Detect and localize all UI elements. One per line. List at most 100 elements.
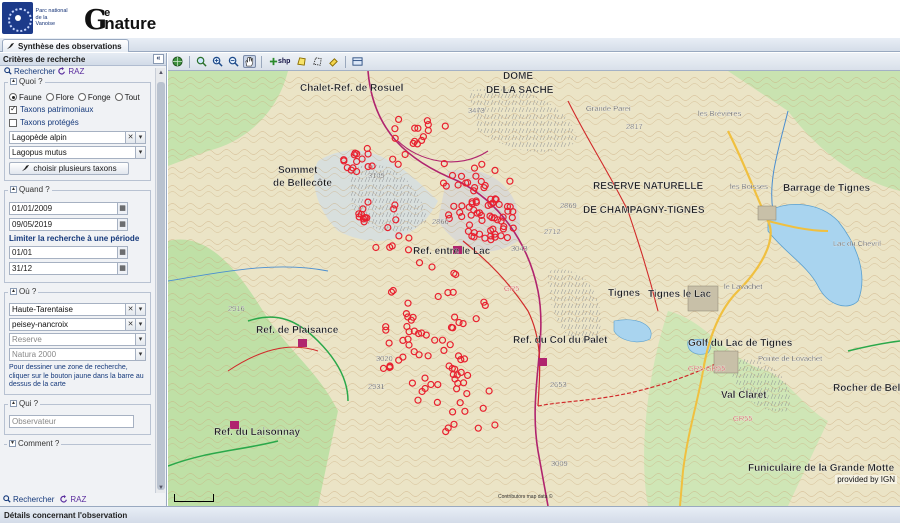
map-label: GR55 [733, 414, 753, 423]
globe-icon[interactable] [171, 55, 184, 68]
legend-quand[interactable]: ▲ Quand ? [8, 185, 52, 194]
eraser-icon[interactable] [327, 55, 340, 68]
map-label: Tignes [608, 288, 640, 299]
park-emblem-icon [2, 2, 33, 34]
collapse-toggle-icon[interactable]: ▲ [10, 399, 17, 407]
choose-taxa-button[interactable]: choisir plusieurs taxons [9, 162, 129, 175]
collapse-toggle-icon[interactable]: ▲ [10, 288, 17, 295]
map-area: shp Chalet-Ref. de Rosuel DOME DE LA SAC… [168, 53, 900, 506]
map-toolbar: shp [168, 53, 900, 71]
date-start-field[interactable]: 01/01/2009 ▦ [9, 202, 128, 215]
chevron-down-icon[interactable]: ▾ [135, 319, 145, 330]
bird-icon [6, 42, 15, 49]
scroll-up-icon[interactable]: ▲ [156, 68, 166, 78]
tab-synthese[interactable]: Synthèse des observations [2, 39, 129, 52]
map-label: 2916 [228, 304, 245, 313]
secteur-combo[interactable]: Haute-Tarentaise ✕ ▾ [9, 303, 146, 316]
map-label: Ref. du Col du Palet [513, 335, 608, 346]
map-canvas[interactable]: Chalet-Ref. de Rosuel DOME DE LA SACHE Somm… [168, 71, 900, 506]
map-label: 3020 [376, 354, 393, 363]
period-end-field[interactable]: 31/12 ▦ [9, 262, 128, 275]
map-label: Ref. de Plaisance [256, 325, 339, 336]
map-label: 2712 [544, 227, 561, 236]
raz-link[interactable]: RAZ [58, 67, 84, 76]
expand-toggle-icon[interactable]: ▼ [9, 439, 16, 447]
calendar-icon[interactable]: ▦ [117, 263, 127, 274]
natura2000-combo[interactable]: Natura 2000 ▾ [9, 348, 146, 361]
map-label: les Boisses [730, 182, 768, 191]
check-taxons-proteges[interactable]: Taxons protégés [9, 116, 146, 129]
check-taxons-patrimoniaux[interactable]: Taxons patrimoniaux [9, 103, 146, 116]
collapse-toggle-icon[interactable]: ▲ [10, 78, 17, 85]
legend-qui[interactable]: ▲ Qui ? [8, 398, 41, 408]
scroll-thumb[interactable] [157, 82, 165, 490]
calendar-icon[interactable]: ▦ [117, 247, 127, 258]
layer-switcher-icon[interactable] [351, 55, 364, 68]
map-label: les Brévières [698, 109, 742, 118]
map-label: le Lavachet [724, 282, 763, 291]
radio-flore[interactable] [45, 93, 54, 101]
pan-hand-icon[interactable] [243, 55, 256, 68]
draw-polygon-icon[interactable] [295, 55, 308, 68]
reserve-combo[interactable]: Reserve ▾ [9, 333, 146, 346]
chevron-down-icon[interactable]: ▾ [135, 334, 145, 345]
observer-input[interactable]: Observateur [9, 414, 134, 428]
toolbar-separator [345, 55, 347, 68]
panel-scrollbar[interactable]: ▲ ▼ [155, 68, 165, 493]
observation-details-bar[interactable]: Détails concernant l'observation [0, 506, 900, 523]
period-start-field[interactable]: 01/01 ▦ [9, 246, 128, 259]
tab-bar: Synthèse des observations [0, 38, 900, 52]
legend-quoi[interactable]: ▲ Quoi ? [8, 77, 45, 86]
chevron-down-icon[interactable]: ▾ [135, 304, 145, 315]
search-criteria-panel: Critères de recherche « Rechercher RAZ ▲… [0, 53, 167, 506]
checkbox[interactable] [9, 104, 17, 114]
map-label: DE CHAMPAGNY-TIGNES [583, 205, 705, 216]
scroll-down-icon[interactable]: ▼ [156, 483, 166, 493]
reset-icon [58, 67, 66, 75]
collapse-toggle-icon[interactable]: ▲ [10, 186, 17, 193]
taxon-latin-name-combo[interactable]: Lagopus mutus ▾ [9, 146, 146, 159]
map-label: GR5-GR55 [688, 364, 726, 373]
calendar-icon[interactable]: ▦ [117, 219, 127, 230]
park-logo: Parc national de la Vanoise [2, 2, 68, 34]
toolbar-separator [261, 55, 262, 68]
shp-import-button[interactable]: shp [267, 55, 292, 68]
kingdom-radio-group: Faune Flore Fonge Tout [9, 91, 146, 103]
commune-combo[interactable]: peisey-nancroix ✕ ▾ [9, 318, 146, 331]
search-link[interactable]: Rechercher [4, 67, 55, 76]
date-end-field[interactable]: 09/05/2019 ▦ [9, 218, 128, 231]
map-label: Barrage de Tignes [783, 183, 871, 194]
checkbox[interactable] [9, 118, 17, 127]
panel-footer: Rechercher RAZ [0, 492, 154, 506]
map-label: de Bellecôte [273, 178, 332, 189]
clear-icon[interactable]: ✕ [125, 304, 135, 315]
zoom-extent-icon[interactable] [195, 55, 208, 68]
chevron-down-icon[interactable]: ▾ [135, 132, 145, 143]
zoom-in-icon[interactable] [211, 55, 224, 68]
lasso-select-icon[interactable] [311, 55, 324, 68]
radio-tout[interactable] [114, 93, 123, 101]
raz-button[interactable]: RAZ [60, 495, 86, 504]
fieldset-ou: ▲ Où ? Haute-Tarentaise ✕ ▾ peisey-nancr… [4, 287, 151, 395]
legend-comment[interactable]: ▼ Comment ? [7, 438, 62, 448]
zoom-out-icon[interactable] [227, 55, 240, 68]
taxon-french-name-combo[interactable]: Lagopède alpin ✕ ▾ [9, 131, 146, 144]
map-label: RESERVE NATURELLE [593, 181, 704, 192]
map-label: GR5 [504, 284, 519, 293]
radio-fonge[interactable] [77, 93, 86, 101]
clear-icon[interactable]: ✕ [125, 319, 135, 330]
calendar-icon[interactable]: ▦ [117, 203, 127, 214]
bottom-bar-title: Détails concernant l'observation [4, 510, 128, 520]
topographic-map[interactable]: Chalet-Ref. de Rosuel DOME DE LA SACHE Somm… [168, 71, 900, 506]
chevron-down-icon[interactable]: ▾ [135, 147, 145, 158]
bird-icon [22, 164, 30, 172]
legend-ou[interactable]: ▲ Où ? [8, 287, 39, 296]
radio-faune[interactable] [9, 93, 17, 101]
collapse-panel-button[interactable]: « [153, 54, 164, 64]
panel-title: Critères de recherche [3, 54, 86, 64]
search-button[interactable]: Rechercher [3, 495, 54, 504]
map-attribution: provided by IGN [835, 475, 897, 484]
clear-icon[interactable]: ✕ [125, 132, 135, 143]
map-label: DE LA SACHE [486, 85, 554, 96]
chevron-down-icon[interactable]: ▾ [135, 349, 145, 360]
